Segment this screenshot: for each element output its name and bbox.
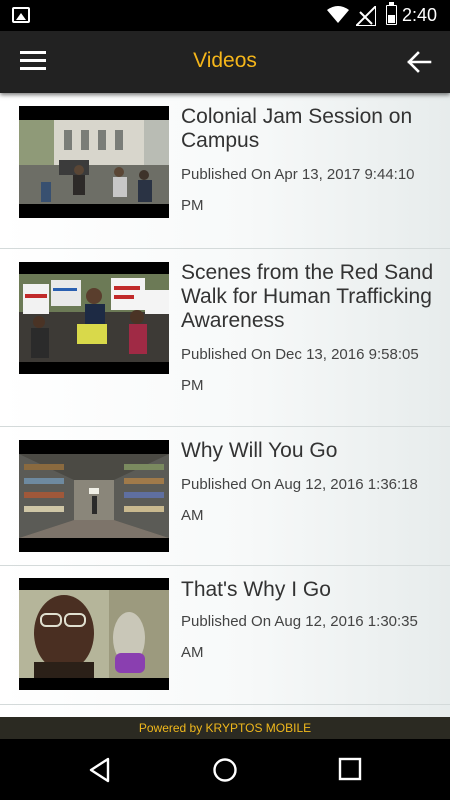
video-item-why-will-you-go[interactable]: Why Will You Go Published On Aug 12, 201… [0, 427, 450, 566]
powered-by-footer: Powered by KRYPTOS MOBILE [0, 717, 450, 739]
video-title: That's Why I Go [181, 578, 331, 601]
video-published-date: Published On Aug 12, 2016 1:30:35 AM [181, 613, 418, 661]
video-item-thats-why-i-go[interactable]: That's Why I Go Published On Aug 12, 201… [0, 566, 450, 705]
nav-home-icon[interactable] [212, 757, 238, 783]
video-title: Why Will You Go [181, 439, 338, 462]
app-bar: Videos [0, 31, 450, 93]
footer-text: Powered by KRYPTOS MOBILE [138, 721, 312, 735]
video-thumbnail [19, 106, 169, 218]
video-item-red-sand-walk[interactable]: Scenes from the Red Sand Walk for Human … [0, 249, 450, 427]
battery-icon [386, 2, 397, 25]
wifi-icon [327, 6, 349, 23]
video-thumbnail [19, 578, 169, 690]
video-thumbnail [19, 262, 169, 374]
gallery-notification-icon [12, 7, 30, 23]
video-title: Colonial Jam Session on Campus [181, 105, 413, 152]
video-item-colonial-jam-session[interactable]: Colonial Jam Session on Campus Published… [0, 93, 450, 249]
video-published-date: Published On Dec 13, 2016 9:58:05 PM [181, 346, 419, 394]
nav-back-icon[interactable] [88, 757, 112, 783]
video-published-date: Published On Aug 12, 2016 1:36:18 AM [181, 476, 418, 524]
back-arrow-icon[interactable] [406, 51, 432, 73]
video-thumbnail [19, 440, 169, 552]
video-list: Colonial Jam Session on Campus Published… [0, 93, 450, 717]
video-item-partial[interactable] [0, 705, 450, 717]
video-published-date: Published On Apr 13, 2017 9:44:10 PM [181, 166, 415, 214]
nav-recents-icon[interactable] [338, 757, 362, 781]
status-time: 2:40 [402, 5, 438, 25]
no-signal-icon [356, 6, 376, 26]
video-title: Scenes from the Red Sand Walk for Human … [181, 261, 434, 332]
page-title: Videos [193, 49, 257, 72]
status-bar: 2:40 [0, 0, 450, 31]
system-nav-bar [0, 739, 450, 800]
